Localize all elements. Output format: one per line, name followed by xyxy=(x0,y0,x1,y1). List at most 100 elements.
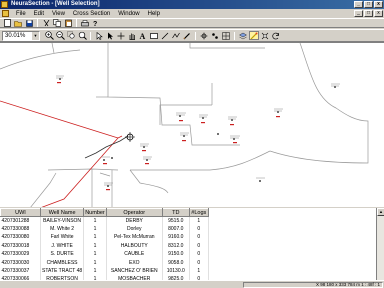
cell-number: 1 xyxy=(83,224,107,234)
refresh-icon[interactable] xyxy=(271,31,281,40)
cell-td: 9058.0 xyxy=(162,258,190,267)
print-icon[interactable] xyxy=(80,19,90,28)
hand-icon[interactable] xyxy=(127,31,137,40)
box-tool-icon[interactable] xyxy=(149,31,159,40)
zoom-value: 30.01% xyxy=(5,32,26,39)
menu-file[interactable]: File xyxy=(12,11,30,17)
zoom-select[interactable]: 30.01% ▼ xyxy=(2,30,40,41)
table-row[interactable]: 4207330080 Farl White 1 Pel-Tex McMurran 916… xyxy=(0,233,209,242)
highlight-tool-icon[interactable] xyxy=(249,31,259,40)
cell-logs: 1 xyxy=(189,266,209,276)
menu-help[interactable]: Help xyxy=(144,11,164,17)
layers-icon[interactable] xyxy=(238,31,248,40)
standard-toolbar: ? xyxy=(0,18,384,28)
cell-well-name: J. WHITE xyxy=(40,241,85,251)
cell-uwi: 4207301288 xyxy=(0,216,41,225)
section-line-icon[interactable] xyxy=(171,31,181,40)
cell-td: 10130.0 xyxy=(162,266,190,276)
save-icon[interactable] xyxy=(24,19,34,28)
column-header-logs[interactable]: #Logs xyxy=(188,208,209,217)
open-icon[interactable] xyxy=(13,19,23,28)
cell-well-name: S. DURTE xyxy=(40,250,85,259)
cell-number: 1 xyxy=(83,233,107,242)
cell-operator: CAUBLE xyxy=(106,250,163,259)
well-plot-icon[interactable] xyxy=(199,31,209,40)
paste-icon[interactable] xyxy=(63,19,73,28)
text-tool-icon[interactable]: A xyxy=(138,31,148,40)
column-header-well-name[interactable]: Well Name xyxy=(39,208,85,217)
table-scrollbar[interactable]: ▲ xyxy=(376,208,384,280)
wells-icon[interactable] xyxy=(210,31,220,40)
zoom-in-icon[interactable] xyxy=(44,31,54,40)
zoom-window-icon[interactable] xyxy=(66,31,76,40)
svg-text:A: A xyxy=(140,32,146,40)
cell-well-name: BAILEY-VINSON xyxy=(40,216,85,225)
map-canvas[interactable] xyxy=(0,42,384,207)
cell-td: 9160.0 xyxy=(162,233,190,242)
settings-icon[interactable] xyxy=(260,31,270,40)
menu-view[interactable]: View xyxy=(48,11,69,17)
table-row[interactable]: 4207301288 BAILEY-VINSON 1 DERBY 9515.0 1 xyxy=(0,216,209,225)
column-header-td[interactable]: TD xyxy=(161,208,190,217)
cell-uwi: 4207330088 xyxy=(0,224,41,234)
cell-well-name: M. White 2 xyxy=(40,224,85,234)
close-button[interactable]: x xyxy=(374,1,383,8)
document-icon[interactable] xyxy=(2,10,9,17)
cell-td: 9515.0 xyxy=(162,216,190,225)
chevron-down-icon[interactable]: ▼ xyxy=(32,31,39,40)
cell-uwi: 4207330030 xyxy=(0,258,41,267)
minimize-button[interactable]: _ xyxy=(354,1,363,8)
map-toolbar: 30.01% ▼ A xyxy=(0,29,384,42)
cell-uwi: 4207330018 xyxy=(0,241,41,251)
cell-td: 8007.0 xyxy=(162,224,190,234)
zoom-out-icon[interactable] xyxy=(55,31,65,40)
column-header-number[interactable]: Number xyxy=(83,208,107,217)
cell-number: 1 xyxy=(83,250,107,259)
pan-icon[interactable] xyxy=(116,31,126,40)
copy-icon[interactable] xyxy=(52,19,62,28)
pointer-icon[interactable] xyxy=(94,31,104,40)
cell-operator: DERBY xyxy=(106,216,163,225)
cell-td: 9150.0 xyxy=(162,250,190,259)
help-icon[interactable]: ? xyxy=(91,19,101,28)
table-row[interactable]: 4207330030 CHAMBLESS 1 EXO 9058.0 0 xyxy=(0,258,209,267)
cell-logs: 0 xyxy=(189,241,209,251)
well-table: UWI Well Name Number Operator TD #Logs 4… xyxy=(0,208,384,280)
select-arrow-icon[interactable] xyxy=(105,31,115,40)
zoom-extents-icon[interactable] xyxy=(77,31,87,40)
cell-uwi: 4207330037 xyxy=(0,266,41,276)
table-row[interactable]: 4207330088 M. White 2 1 Dorley 8007.0 0 xyxy=(0,224,209,234)
cell-logs: 0 xyxy=(189,233,209,242)
new-icon[interactable] xyxy=(2,19,12,28)
column-header-uwi[interactable]: UWI xyxy=(0,208,41,217)
cell-well-name: Farl White xyxy=(40,233,85,242)
menu-edit[interactable]: Edit xyxy=(30,11,48,17)
title-bar: NeuraSection - [Well Selection] _ □ x xyxy=(0,0,384,9)
cell-logs: 0 xyxy=(189,224,209,234)
app-icon xyxy=(1,1,8,8)
grid-icon[interactable] xyxy=(221,31,231,40)
svg-text:?: ? xyxy=(93,21,97,27)
cell-number: 1 xyxy=(83,241,107,251)
child-restore-button[interactable]: □ xyxy=(364,10,373,17)
child-close-button[interactable]: x xyxy=(374,10,383,17)
menu-window[interactable]: Window xyxy=(114,11,143,17)
line-tool-icon[interactable] xyxy=(160,31,170,40)
table-row[interactable]: 4207330037 STATE TRACT 48 1 SANCHEZ O' BRIE… xyxy=(0,266,209,276)
table-row[interactable]: 4207330018 J. WHITE 1 HALBOUTY 8312.0 0 xyxy=(0,241,209,251)
menu-cross-section[interactable]: Cross Section xyxy=(69,11,114,17)
cell-logs: 0 xyxy=(189,250,209,259)
child-minimize-button[interactable]: _ xyxy=(354,10,363,17)
status-bar: X 98 180 x 333 784 m 1 : 48f : 1 xyxy=(0,280,384,288)
pencil-icon[interactable] xyxy=(182,31,192,40)
status-coordinates: X 98 180 x 333 784 m 1 : 48f : 1 xyxy=(315,282,380,287)
table-row[interactable]: 4207330029 S. DURTE 1 CAUBLE 9150.0 0 xyxy=(0,250,209,259)
maximize-button[interactable]: □ xyxy=(364,1,373,8)
cell-operator: HALBOUTY xyxy=(106,241,163,251)
cell-well-name: CHAMBLESS xyxy=(40,258,85,267)
scroll-up-icon[interactable]: ▲ xyxy=(377,208,384,216)
cell-number: 1 xyxy=(83,258,107,267)
column-header-operator[interactable]: Operator xyxy=(105,208,163,217)
cut-icon[interactable] xyxy=(41,19,51,28)
cell-uwi: 4207330029 xyxy=(0,250,41,259)
